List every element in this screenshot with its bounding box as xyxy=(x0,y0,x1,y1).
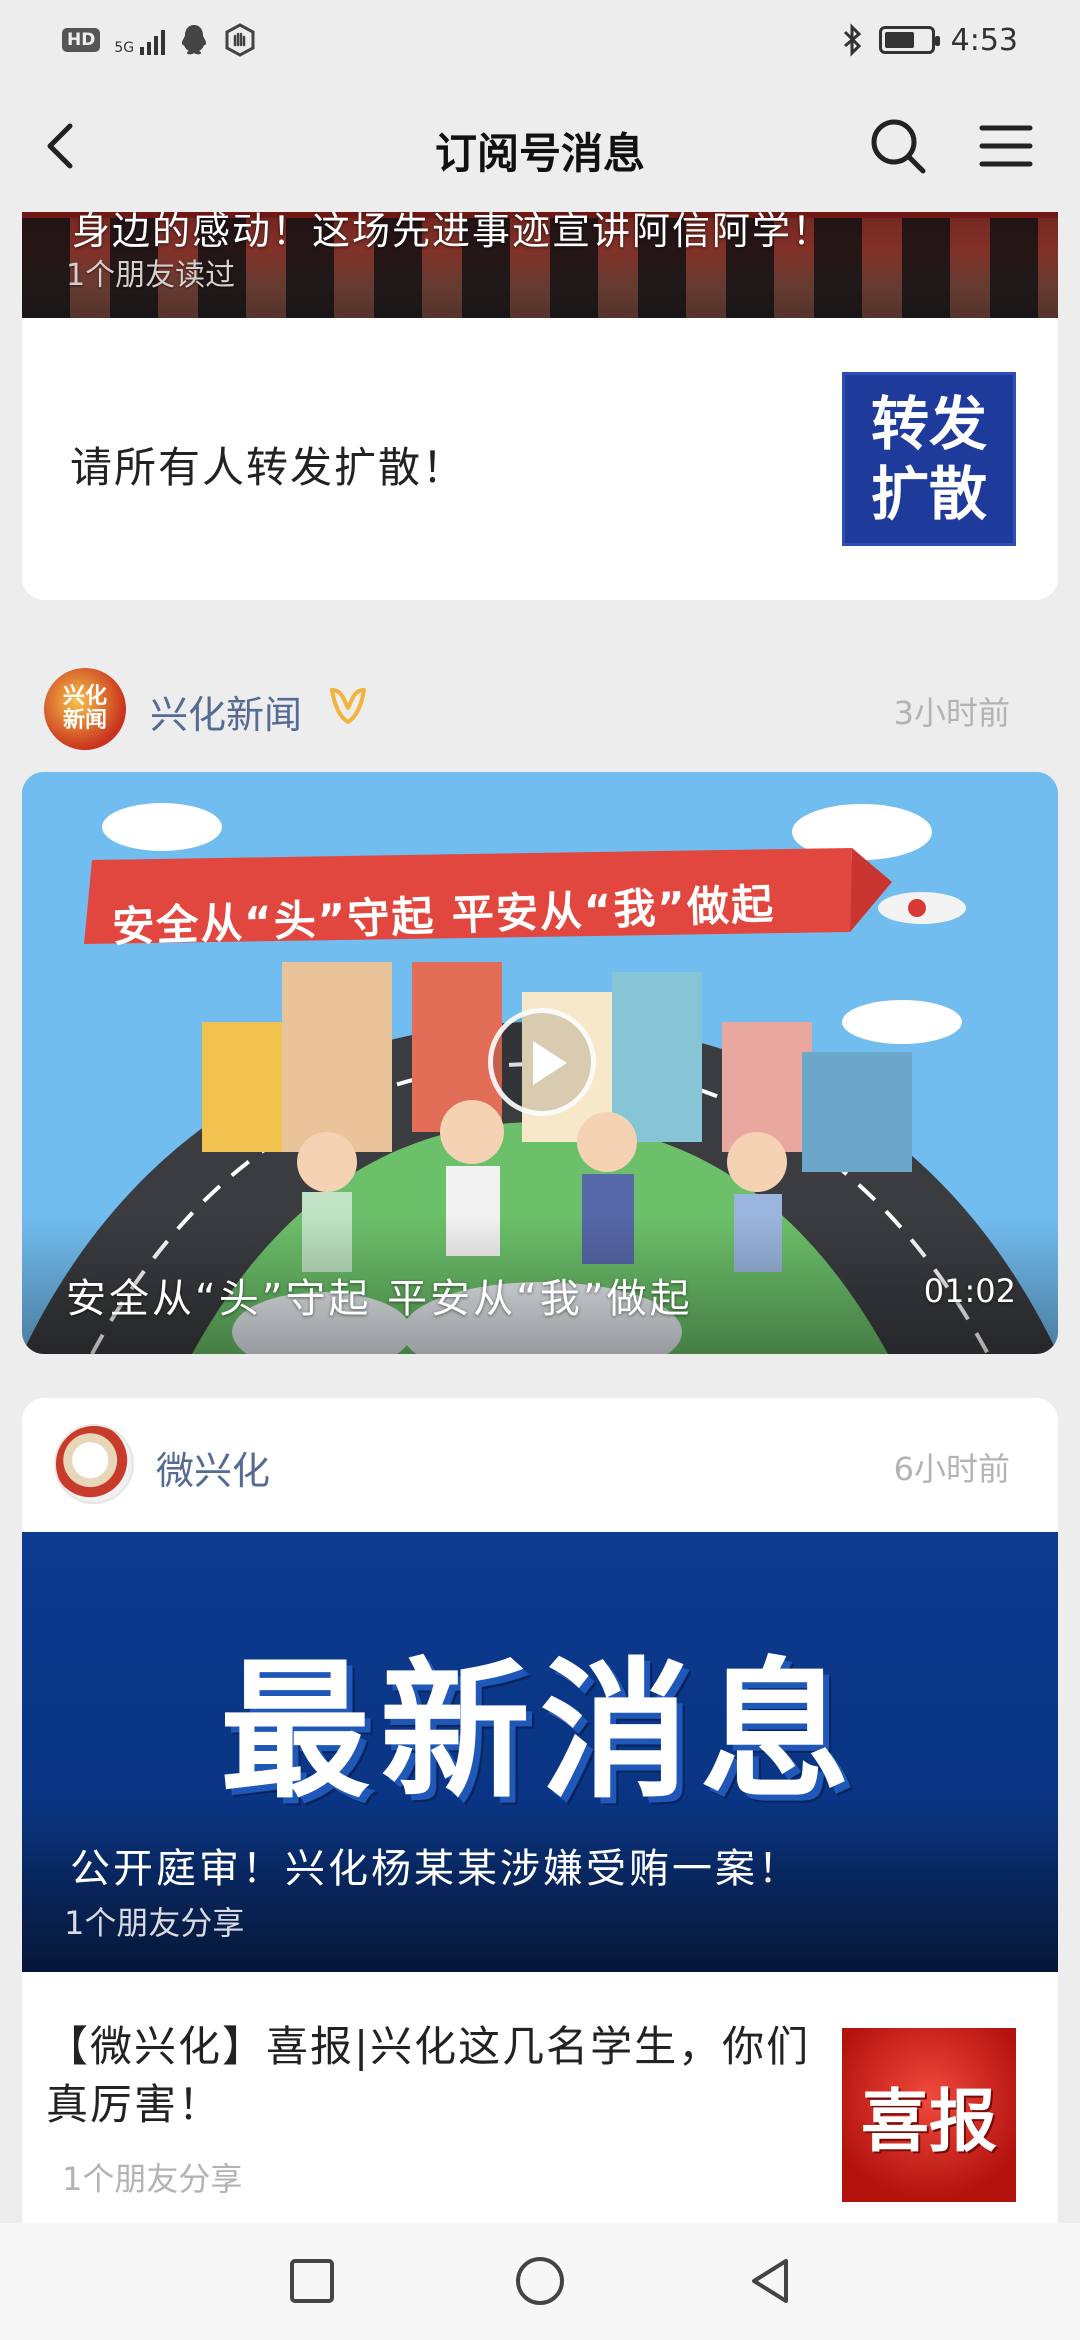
qq-icon xyxy=(182,25,207,55)
hero-headline: 最新消息 xyxy=(219,1645,860,1819)
article-card[interactable]: 身边的感动！这场先进事迹宣讲阿信阿学！ 1个朋友读过 请所有人转发扩散！ 转发 … xyxy=(22,212,1058,600)
avatar-text: 兴化 新闻 xyxy=(62,684,107,733)
verified-ribbon-icon xyxy=(330,688,366,724)
friend-share-count: 1个朋友分享 xyxy=(62,2160,243,2198)
account-header[interactable]: 兴化 新闻 兴化新闻 3小时前 xyxy=(22,656,1058,766)
thumbnail-text-line2: 扩散 xyxy=(870,460,987,528)
article-thumbnail[interactable]: 喜报 xyxy=(842,2028,1016,2202)
thumbnail-text: 喜报 xyxy=(860,2081,997,2162)
article-item-title[interactable]: 请所有人转发扩散！ xyxy=(70,434,466,495)
article-title: 身边的感动！这场先进事迹宣讲阿信阿学！ xyxy=(72,212,833,253)
post-time: 6小时前 xyxy=(893,1450,1010,1488)
article-thumbnail[interactable]: 转发 扩散 xyxy=(842,372,1016,546)
system-navigation-bar xyxy=(0,2223,1080,2340)
back-triangle-icon[interactable] xyxy=(742,2253,798,2309)
bluetooth-icon xyxy=(843,23,861,57)
article-banner-image[interactable]: 身边的感动！这场先进事迹宣讲阿信阿学！ 1个朋友读过 xyxy=(22,212,1058,318)
play-icon[interactable] xyxy=(488,1008,596,1116)
home-icon[interactable] xyxy=(512,2253,568,2309)
friend-read-count: 1个朋友读过 xyxy=(66,258,236,293)
account-name[interactable]: 兴化新闻 xyxy=(150,684,302,739)
signal-icon: 5G xyxy=(114,25,166,56)
hand-icon xyxy=(225,23,255,57)
avatar[interactable]: 兴化 新闻 xyxy=(44,668,126,750)
account-header[interactable]: 微兴化 6小时前 xyxy=(22,1398,1058,1532)
search-icon[interactable] xyxy=(866,114,930,178)
status-right: 4:53 xyxy=(841,20,1018,60)
video-card[interactable]: 安全从“头”守起 平安从“我”做起 安全从“头”守起 平安从“我”做起 01:0… xyxy=(22,772,1058,1354)
status-bar: HD 5G 4:53 xyxy=(0,0,1080,84)
friend-share-count: 1个朋友分享 xyxy=(64,1904,245,1942)
network-type: 5G xyxy=(114,40,135,56)
article-title: 公开庭审！兴化杨某某涉嫌受贿一案！ xyxy=(70,1846,801,1892)
video-duration: 01:02 xyxy=(923,1272,1016,1310)
status-left: HD 5G xyxy=(62,22,257,58)
top-nav-bar: 订阅号消息 xyxy=(0,84,1080,212)
account-name[interactable]: 微兴化 xyxy=(156,1440,270,1495)
hd-icon: HD xyxy=(62,28,101,52)
battery-icon xyxy=(878,26,940,54)
menu-icon[interactable] xyxy=(976,118,1036,174)
clock: 4:53 xyxy=(950,22,1018,58)
thumbnail-text-line1: 转发 xyxy=(870,390,987,458)
post-time: 3小时前 xyxy=(893,694,1010,732)
recent-apps-icon[interactable] xyxy=(284,2253,340,2309)
avatar[interactable] xyxy=(54,1424,134,1504)
account-card: 微兴化 6小时前 最新消息 公开庭审！兴化杨某某涉嫌受贿一案！ 1个朋友分享 【… xyxy=(22,1398,1058,2223)
subscription-messages-screen: HD 5G 4:53 订阅号消息 身边的感动！这场先进事迹宣讲阿信阿学！ 1个朋… xyxy=(0,0,1080,2340)
video-title: 安全从“头”守起 平安从“我”做起 xyxy=(66,1276,693,1322)
article-item-title[interactable]: 【微兴化】喜报|兴化这几名学生，你们真厉害！ xyxy=(46,2018,826,2134)
article-hero-image[interactable]: 最新消息 公开庭审！兴化杨某某涉嫌受贿一案！ 1个朋友分享 xyxy=(22,1532,1058,1972)
